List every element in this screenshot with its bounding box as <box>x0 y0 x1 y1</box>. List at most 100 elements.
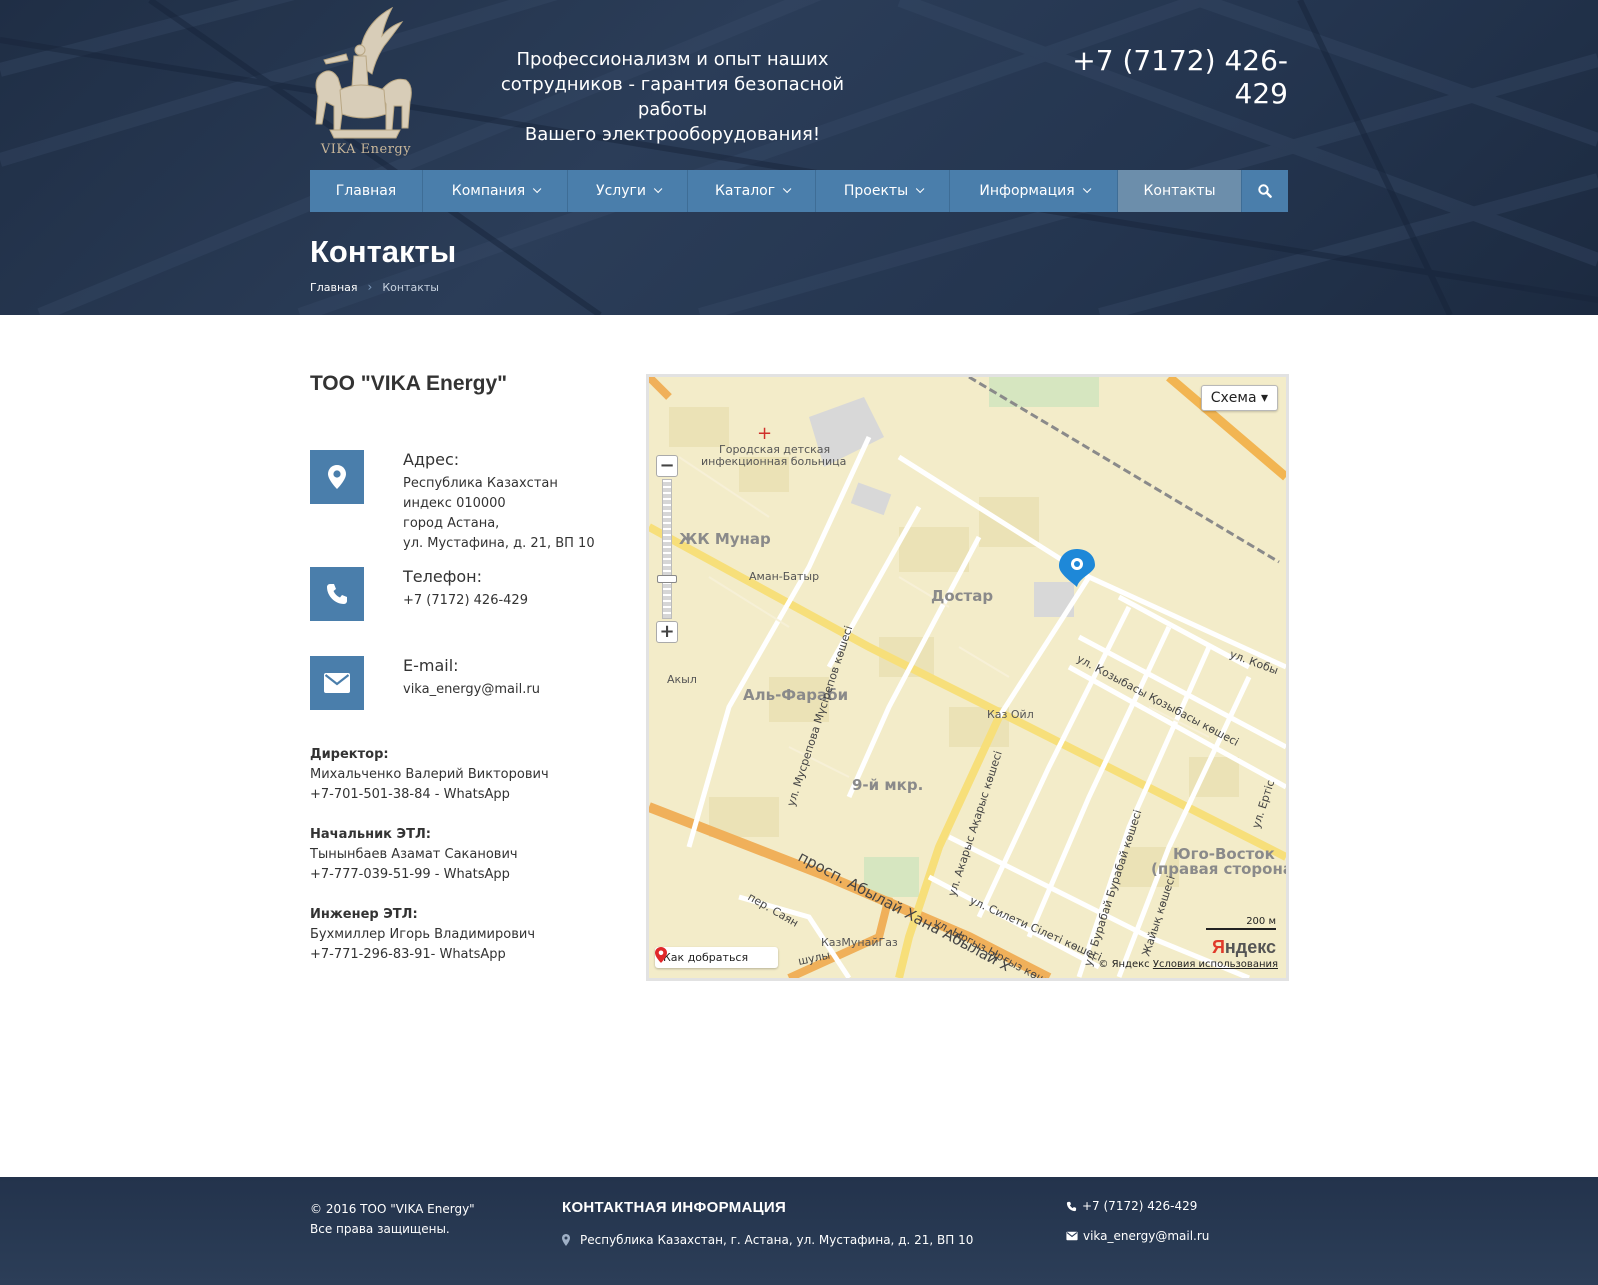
yandex-logo-letter: Я <box>1211 937 1225 957</box>
map-label-kazmunaigaz: КазМунайГаз <box>821 936 898 949</box>
zoom-in-button[interactable]: + <box>656 621 678 643</box>
footer-phone[interactable]: +7 (7172) 426-429 <box>1066 1199 1197 1213</box>
footer-copyright: © 2016 ТОО "VIKA Energy" Все права защищ… <box>310 1199 475 1239</box>
slogan-line: Профессионализм и опыт наших <box>516 49 829 70</box>
contact-email: E-mail: vika_energy@mail.ru <box>310 656 620 716</box>
nav-label: Компания <box>451 183 526 199</box>
phone-value[interactable]: +7 (7172) 426-429 <box>403 591 528 611</box>
map-scale: 200 м <box>1206 916 1276 930</box>
address-line: город Астана, <box>403 516 500 531</box>
chevron-right-icon: › <box>367 280 373 294</box>
staff-phone[interactable]: +7-701-501-38-84 - WhatsApp <box>310 785 549 805</box>
envelope-icon <box>1066 1231 1078 1241</box>
phone-lines: +7 (7172) 426-429 <box>403 591 528 611</box>
map-label-9-mkr: 9-й мкр. <box>852 776 923 794</box>
yandex-map[interactable]: + Городская детская инфекционная больниц… <box>646 374 1289 981</box>
nav-label: Проекты <box>843 183 909 199</box>
map-marker-icon <box>328 465 346 489</box>
contact-phone: Телефон: +7 (7172) 426-429 <box>310 567 620 627</box>
map-label-hospital: инфекционная больница <box>701 455 846 468</box>
zoom-slider-handle[interactable] <box>657 575 677 583</box>
map-label-kozybasy: ул. Козыбасы Қозыбасы көшесі <box>1075 652 1241 749</box>
footer-contact-heading: КОНТАКТНАЯ ИНФОРМАЦИЯ <box>562 1199 787 1216</box>
footer: © 2016 ТОО "VIKA Energy" Все права защищ… <box>0 1177 1598 1285</box>
map-label-burabai: ул. Бурабай Бурабай көшесі <box>1081 808 1144 968</box>
nav-item-catalog[interactable]: Каталог <box>688 170 816 212</box>
nav-item-projects[interactable]: Проекты <box>816 170 950 212</box>
footer-address-text: Республика Казахстан, г. Астана, ул. Мус… <box>580 1233 974 1247</box>
staff-role: Директор: <box>310 747 389 762</box>
breadcrumb-current: Контакты <box>382 280 439 294</box>
nav-item-home[interactable]: Главная <box>310 170 423 212</box>
footer-copyright-line: © 2016 ТОО "VIKA Energy" <box>310 1202 475 1216</box>
map-label-yugo-vostok: (правая сторона) <box>1151 860 1286 878</box>
phone-icon-box <box>310 567 364 621</box>
chevron-down-icon <box>653 184 663 194</box>
staff-etl-head: Начальник ЭТЛ: Тынынбаев Азамат Саканови… <box>310 825 518 885</box>
staff-name: Бухмиллер Игорь Владимирович <box>310 927 535 942</box>
breadcrumb-home-link[interactable]: Главная <box>310 281 358 294</box>
search-button[interactable] <box>1242 170 1288 212</box>
address-line: Республика Казахстан <box>403 476 558 491</box>
chevron-down-icon <box>1082 184 1091 194</box>
contact-address: Адрес: Республика Казахстан индекс 01000… <box>310 450 620 560</box>
map-type-dropdown[interactable]: Схема ▾ <box>1200 385 1278 411</box>
staff-phone[interactable]: +7-777-039-51-99 - WhatsApp <box>310 865 518 885</box>
footer-copyright-line: Все права защищены. <box>310 1222 450 1236</box>
chevron-down-icon <box>916 184 925 194</box>
company-name: ТОО "VIKA Energy" <box>310 372 508 395</box>
staff-role: Инженер ЭТЛ: <box>310 907 418 922</box>
footer-email[interactable]: vika_energy@mail.ru <box>1066 1229 1209 1243</box>
chevron-down-icon <box>533 184 542 194</box>
nav-item-services[interactable]: Услуги <box>568 170 688 212</box>
envelope-icon <box>324 673 350 693</box>
map-label-akyl: Акыл <box>667 673 697 686</box>
address-line: индекс 010000 <box>403 496 506 511</box>
zoom-slider-track[interactable] <box>662 479 672 619</box>
main-nav: Главная Компания Услуги Каталог Проекты … <box>310 170 1288 212</box>
header-slogan: Профессионализм и опыт наших сотрудников… <box>470 47 875 147</box>
staff-role: Начальник ЭТЛ: <box>310 827 431 842</box>
route-label: Как добраться <box>663 951 749 964</box>
nav-label: Главная <box>335 183 397 199</box>
email-lines: vika_energy@mail.ru <box>403 680 540 700</box>
map-copyright-text: © Яндекс <box>1098 959 1150 970</box>
route-button[interactable]: Как добраться <box>655 947 779 968</box>
yandex-logo[interactable]: Яндекс <box>1212 937 1276 958</box>
map-copyright: © Яндекс Условия использования <box>1098 959 1278 970</box>
nav-item-company[interactable]: Компания <box>423 170 568 212</box>
footer-email-text: vika_energy@mail.ru <box>1083 1229 1210 1243</box>
map-label-aman-batyr: Аман-Батыр <box>749 570 819 583</box>
email-value[interactable]: vika_energy@mail.ru <box>403 680 540 700</box>
header-phone[interactable]: +7 (7172) 426-429 <box>1030 44 1288 110</box>
address-lines: Республика Казахстан индекс 010000 город… <box>403 474 595 554</box>
address-title: Адрес: <box>403 450 460 469</box>
map-marker-icon <box>562 1234 570 1246</box>
map-terms-link[interactable]: Условия использования <box>1153 959 1278 970</box>
staff-etl-engineer: Инженер ЭТЛ: Бухмиллер Игорь Владимирови… <box>310 905 535 965</box>
map-canvas[interactable]: + Городская детская инфекционная больниц… <box>649 377 1286 978</box>
yandex-logo-rest: ндекс <box>1224 937 1276 957</box>
phone-icon <box>327 584 347 604</box>
staff-phone[interactable]: +7-771-296-83-91- WhatsApp <box>310 945 535 965</box>
route-pin-icon <box>655 947 667 963</box>
breadcrumb: Главная › Контакты <box>310 280 439 294</box>
slogan-line: Вашего электрооборудования! <box>524 124 821 145</box>
map-label-dostar: Достар <box>931 587 993 605</box>
logo-text: VIKA Energy <box>320 142 412 157</box>
nav-label: Контакты <box>1143 183 1216 199</box>
staff-name: Михальченко Валерий Викторович <box>310 767 549 782</box>
map-label-ertis: ул. Ертіс <box>1249 778 1277 830</box>
logo-icon[interactable] <box>310 6 418 158</box>
page-title: Контакты <box>310 234 457 269</box>
staff-director: Директор: Михальченко Валерий Викторович… <box>310 745 549 805</box>
nav-item-info[interactable]: Информация <box>950 170 1118 212</box>
nav-label: Информация <box>979 183 1075 199</box>
zoom-out-button[interactable]: − <box>656 455 678 477</box>
map-label-zk-munar: ЖК Мунар <box>679 530 771 548</box>
nav-item-contacts[interactable]: Контакты <box>1118 170 1242 212</box>
location-pin-icon[interactable] <box>1059 549 1095 587</box>
slogan-line: сотрудников - гарантия безопасной работы <box>500 74 845 120</box>
footer-phone-text: +7 (7172) 426-429 <box>1082 1199 1198 1213</box>
nav-label: Каталог <box>714 183 776 199</box>
